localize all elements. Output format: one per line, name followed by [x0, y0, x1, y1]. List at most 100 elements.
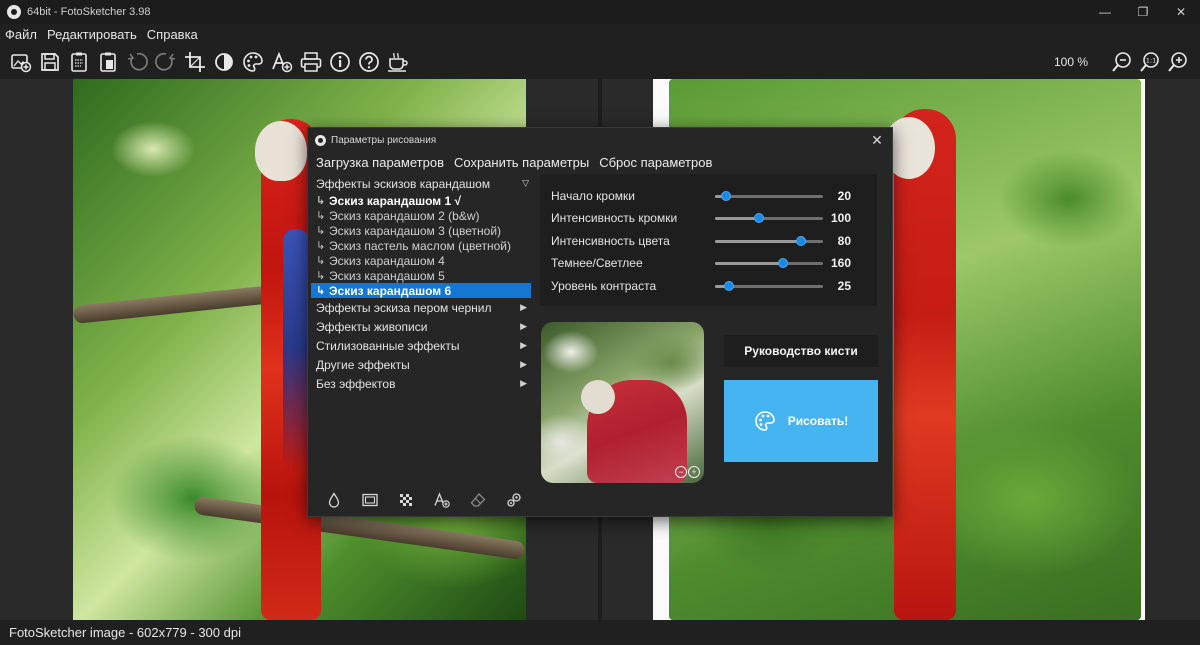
redo-button[interactable] — [152, 48, 180, 76]
text-add-icon — [434, 492, 450, 508]
settings-button[interactable] — [496, 488, 532, 512]
frame-button[interactable] — [352, 488, 388, 512]
category-stylized[interactable]: Стилизованные эффекты ▶ — [311, 336, 531, 355]
draw-button[interactable]: Рисовать! — [724, 380, 878, 462]
menu-bar: Файл Редактировать Справка — [0, 24, 203, 45]
dialog-close-button[interactable]: ✕ — [868, 131, 886, 149]
param-contrast-level: Уровень контраста 25 — [551, 279, 851, 293]
contrast-level-slider[interactable] — [715, 281, 823, 291]
tree-branch-icon: ↳ — [316, 195, 326, 207]
dialog-title: Параметры рисования — [331, 134, 437, 146]
settings-icon — [507, 493, 521, 507]
param-edge-start: Начало кромки 20 — [551, 189, 851, 203]
effect-preview[interactable]: − + — [541, 322, 704, 483]
slider-thumb[interactable] — [754, 213, 765, 223]
category-painting[interactable]: Эффекты живописи ▶ — [311, 317, 531, 336]
save-params-menu[interactable]: Сохранить параметры — [449, 155, 594, 170]
slider-thumb[interactable] — [778, 258, 789, 268]
effect-item[interactable]: ↳ Эскиз карандашом 5 — [311, 268, 531, 283]
eraser-icon — [470, 493, 486, 507]
paste-button[interactable] — [94, 48, 122, 76]
print-icon — [300, 52, 322, 72]
effects-tree: Эффекты эскизов карандашом ▽ ↳ Эскиз кара… — [311, 174, 531, 404]
donate-button[interactable] — [384, 48, 412, 76]
help-button[interactable] — [355, 48, 383, 76]
undo-button[interactable] — [123, 48, 151, 76]
tree-branch-icon: ↳ — [316, 285, 326, 297]
preview-zoom-out-icon[interactable]: − — [675, 466, 687, 478]
drop-icon — [328, 492, 340, 508]
title-bar: 64bit - FotoSketcher 3.98 — ❐ ✕ — [0, 0, 1200, 24]
eraser-button[interactable] — [460, 488, 496, 512]
copy-button[interactable] — [65, 48, 93, 76]
info-button[interactable] — [326, 48, 354, 76]
slider-thumb[interactable] — [724, 281, 735, 291]
category-other[interactable]: Другие эффекты ▶ — [311, 355, 531, 374]
zoom-out-icon — [1112, 52, 1131, 72]
effect-item[interactable]: ↳ Эскиз пастель маслом (цветной) — [311, 238, 531, 253]
chevron-right-icon: ▶ — [520, 359, 527, 369]
effect-item[interactable]: ↳ Эскиз карандашом 3 (цветной) — [311, 223, 531, 238]
palette-icon — [243, 52, 263, 72]
crop-button[interactable] — [181, 48, 209, 76]
reset-params-menu[interactable]: Сброс параметров — [594, 155, 717, 170]
text-icon — [272, 51, 293, 73]
param-color-intensity: Интенсивность цвета 80 — [551, 234, 851, 248]
drawing-parameters-dialog: Параметры рисования ✕ Загрузка параметро… — [307, 127, 893, 517]
maximize-button[interactable]: ❐ — [1124, 0, 1162, 24]
chevron-right-icon: ▶ — [520, 340, 527, 350]
status-bar: FotoSketcher image - 602x779 - 300 dpi — [0, 620, 1200, 645]
category-pencil-sketch[interactable]: Эффекты эскизов карандашом ▽ — [311, 174, 531, 193]
zoom-in-icon — [1168, 52, 1187, 72]
brush-guide-button[interactable]: Руководство кисти — [724, 335, 878, 367]
category-ink-sketch[interactable]: Эффекты эскиза пером чернил ▶ — [311, 298, 531, 317]
minimize-button[interactable]: — — [1086, 0, 1124, 24]
save-button[interactable] — [36, 48, 64, 76]
param-edge-intensity: Интенсивность кромки 100 — [551, 211, 851, 225]
param-value: 100 — [830, 211, 851, 225]
darker-lighter-slider[interactable] — [715, 258, 823, 268]
effect-item[interactable]: ↳ Эскиз карандашом 1 √ — [311, 193, 531, 208]
new-image-button[interactable] — [7, 48, 35, 76]
zoom-actual-button[interactable]: 1:1 — [1136, 48, 1164, 76]
preview-zoom-in-icon[interactable]: + — [688, 466, 700, 478]
zoom-in-button[interactable] — [1164, 48, 1192, 76]
slider-thumb[interactable] — [796, 236, 807, 246]
copy-icon — [71, 52, 87, 72]
menu-file[interactable]: Файл — [0, 27, 42, 42]
parrot-painted — [894, 109, 956, 620]
param-value: 20 — [837, 189, 851, 203]
frame-icon — [362, 493, 378, 507]
zoom-level: 100 % — [1053, 55, 1088, 69]
chevron-right-icon: ▶ — [520, 378, 527, 388]
toolbar: 100 % 1:1 — [0, 47, 1200, 77]
effect-item[interactable]: ↳ Эскиз карандашом 4 — [311, 253, 531, 268]
menu-help[interactable]: Справка — [142, 27, 203, 42]
info-icon — [330, 52, 350, 72]
zoom-out-button[interactable] — [1108, 48, 1136, 76]
param-value: 80 — [837, 234, 851, 248]
effect-item-selected[interactable]: ↳ Эскиз карандашом 6 — [311, 283, 531, 298]
edge-intensity-slider[interactable] — [715, 213, 823, 223]
help-icon — [359, 52, 379, 72]
load-params-menu[interactable]: Загрузка параметров — [311, 155, 449, 170]
text-button[interactable] — [268, 48, 296, 76]
close-button[interactable]: ✕ — [1162, 0, 1200, 24]
color-intensity-slider[interactable] — [715, 236, 823, 246]
contrast-button[interactable] — [210, 48, 238, 76]
add-text-button[interactable] — [424, 488, 460, 512]
texture-button[interactable] — [388, 488, 424, 512]
edge-start-slider[interactable] — [715, 191, 823, 201]
save-icon — [41, 53, 59, 71]
category-none[interactable]: Без эффектов ▶ — [311, 374, 531, 393]
watercolor-button[interactable] — [316, 488, 352, 512]
dialog-logo-icon — [315, 134, 326, 146]
param-value: 160 — [830, 256, 851, 270]
palette-button[interactable] — [239, 48, 267, 76]
slider-thumb[interactable] — [720, 191, 731, 201]
dialog-title-bar[interactable]: Параметры рисования ✕ — [308, 128, 894, 152]
menu-edit[interactable]: Редактировать — [42, 27, 142, 42]
print-button[interactable] — [297, 48, 325, 76]
tree-branch-icon: ↳ — [316, 225, 326, 237]
effect-item[interactable]: ↳ Эскиз карандашом 2 (b&w) — [311, 208, 531, 223]
